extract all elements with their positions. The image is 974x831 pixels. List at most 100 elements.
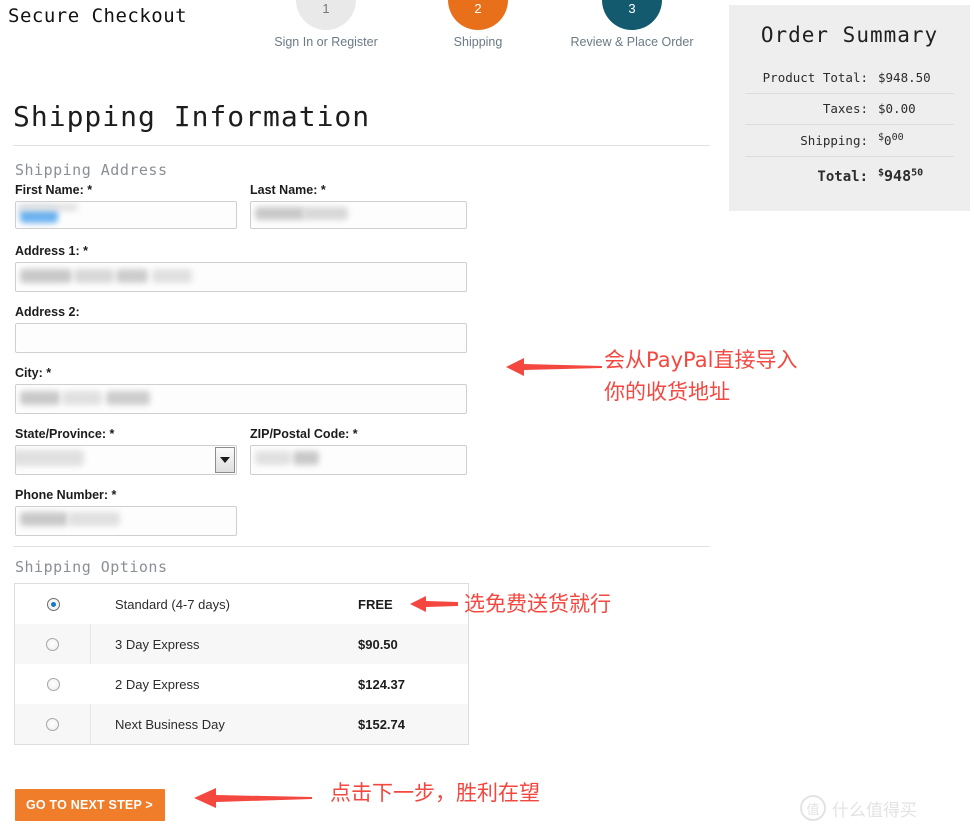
shipping-option-name: Next Business Day xyxy=(115,716,225,732)
address1-input[interactable] xyxy=(15,262,467,292)
total-cents: 50 xyxy=(911,167,924,179)
redaction-blob xyxy=(255,207,305,220)
total-whole: 948 xyxy=(884,167,912,186)
redaction-blob xyxy=(255,451,291,465)
state-label: State/Province: * xyxy=(15,427,115,441)
product-total-value: $948.50 xyxy=(878,70,931,85)
step-indicator-sign-in[interactable]: 1 Sign In or Register xyxy=(256,0,396,49)
last-name-input[interactable] xyxy=(250,201,467,229)
first-name-field-group: First Name: * xyxy=(15,183,237,229)
shipping-option-name: 3 Day Express xyxy=(115,636,200,652)
redaction-blob xyxy=(18,204,78,211)
zip-label: ZIP/Postal Code: * xyxy=(250,427,358,441)
state-field-group: State/Province: * xyxy=(15,427,237,475)
step-1-bubble: 1 xyxy=(296,0,356,30)
annotation-arrow-free xyxy=(410,594,458,614)
redaction-blob xyxy=(106,391,150,405)
annotation-paypal-text: 会从PayPal直接导入 你的收货地址 xyxy=(604,348,798,404)
shipping-option-radio-cell[interactable] xyxy=(15,664,91,704)
annotation-next-step-text: 点击下一步，胜利在望 xyxy=(330,781,540,805)
shipping-option-radio-cell[interactable] xyxy=(15,624,91,664)
table-row[interactable]: 2 Day Express $124.37 xyxy=(15,664,468,704)
zip-input[interactable] xyxy=(250,445,467,475)
state-select[interactable] xyxy=(15,445,237,475)
redaction-blob xyxy=(20,391,60,405)
city-field-group: City: * xyxy=(15,366,467,414)
shipping-option-radio-cell[interactable] xyxy=(15,584,91,624)
address1-label: Address 1: * xyxy=(15,244,88,258)
redaction-blob xyxy=(16,450,84,466)
redaction-blob xyxy=(74,269,114,283)
taxes-label: Taxes: xyxy=(822,101,868,116)
shipping-information-heading: Shipping Information xyxy=(13,100,371,133)
shipping-options-table: Standard (4-7 days) FREE 3 Day Express $… xyxy=(14,583,469,745)
first-name-input[interactable] xyxy=(15,201,237,229)
order-summary-panel: Order Summary Product Total: $948.50 Tax… xyxy=(729,5,970,211)
watermark-text: 什么值得买 xyxy=(832,800,917,821)
redaction-blob xyxy=(20,269,72,283)
shipping-option-price: $152.74 xyxy=(358,716,405,732)
total-label: Total: xyxy=(817,169,868,186)
step-2-label: Shipping xyxy=(453,35,503,49)
address2-label: Address 2: xyxy=(15,305,80,319)
phone-input[interactable] xyxy=(15,506,237,536)
page-title: Secure Checkout xyxy=(8,5,188,27)
address1-field-group: Address 1: * xyxy=(15,244,467,292)
annotation-free-shipping-text: 选免费送货就行 xyxy=(464,592,611,616)
step-indicator-review[interactable]: 3 Review & Place Order xyxy=(562,0,702,49)
city-label: City: * xyxy=(15,366,52,380)
order-summary-row-product-total: Product Total: $948.50 xyxy=(745,63,954,94)
shipping-option-price: $90.50 xyxy=(358,636,398,652)
order-summary-row-shipping: Shipping: $000 xyxy=(745,125,954,158)
redaction-blob xyxy=(152,269,192,283)
radio-next-business-day[interactable] xyxy=(46,717,59,731)
last-name-label: Last Name: * xyxy=(250,183,326,197)
redaction-blob xyxy=(62,391,102,405)
address2-field-group: Address 2: xyxy=(15,305,467,353)
total-value: $94850 xyxy=(878,167,954,185)
shipping-cents: 00 xyxy=(891,132,904,143)
annotation-arrow-next-step xyxy=(194,786,312,810)
step-2-bubble: 2 xyxy=(448,0,508,30)
step-3-label: Review & Place Order xyxy=(570,35,694,49)
order-summary-row-taxes: Taxes: $0.00 xyxy=(745,94,954,125)
phone-label: Phone Number: * xyxy=(15,488,117,502)
go-to-next-step-button[interactable]: GO TO NEXT STEP > xyxy=(15,789,165,821)
watermark-logo-icon: 值 xyxy=(800,795,826,821)
first-name-label: First Name: * xyxy=(15,183,93,197)
table-row[interactable]: Next Business Day $152.74 xyxy=(15,704,468,744)
shipping-value: $000 xyxy=(878,132,954,148)
annotation-arrow-paypal xyxy=(506,356,602,378)
step-indicator-shipping[interactable]: 2 Shipping xyxy=(408,0,548,49)
shipping-options-section-title: Shipping Options xyxy=(15,558,168,576)
radio-3-day-express[interactable] xyxy=(46,637,59,651)
shipping-option-radio-cell[interactable] xyxy=(15,704,91,744)
redaction-blob xyxy=(20,512,68,526)
table-row[interactable]: 3 Day Express $90.50 xyxy=(15,624,468,664)
chevron-down-icon[interactable] xyxy=(215,447,235,473)
radio-standard[interactable] xyxy=(46,597,60,611)
redaction-blob xyxy=(293,451,319,465)
divider-top xyxy=(13,145,710,146)
radio-2-day-express[interactable] xyxy=(46,677,60,691)
order-summary-title: Order Summary xyxy=(760,23,939,47)
phone-field-group: Phone Number: * xyxy=(15,488,237,536)
address2-input[interactable] xyxy=(15,323,467,353)
shipping-option-name: Standard (4-7 days) xyxy=(115,596,230,612)
order-summary-row-total: Total: $94850 xyxy=(745,157,954,193)
redaction-blob xyxy=(116,269,148,283)
redaction-blob xyxy=(303,207,348,220)
last-name-field-group: Last Name: * xyxy=(250,183,467,229)
shipping-option-name: 2 Day Express xyxy=(115,676,200,692)
shipping-whole: 0 xyxy=(884,133,892,149)
city-input[interactable] xyxy=(15,384,467,414)
taxes-value: $0.00 xyxy=(878,101,916,116)
redaction-blob xyxy=(68,512,120,526)
step-3-bubble: 3 xyxy=(602,0,662,30)
zip-field-group: ZIP/Postal Code: * xyxy=(250,427,467,475)
table-row[interactable]: Standard (4-7 days) FREE xyxy=(15,584,468,624)
product-total-label: Product Total: xyxy=(762,70,868,85)
step-1-label: Sign In or Register xyxy=(274,35,378,49)
shipping-option-price: $124.37 xyxy=(358,676,405,692)
divider-options xyxy=(13,546,710,547)
